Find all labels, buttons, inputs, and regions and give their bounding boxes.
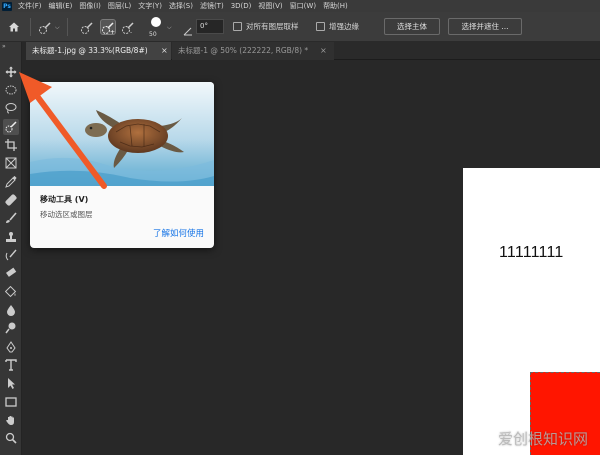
learn-how-link[interactable]: 了解如何使用: [153, 227, 204, 239]
divider: [67, 18, 68, 36]
home-icon[interactable]: [6, 19, 22, 35]
tab-document-2[interactable]: 未标题-1 @ 50% (222222, RGB/8) *: [172, 42, 334, 60]
sea-turtle-illustration: [30, 82, 214, 186]
menu-type[interactable]: 文字(Y): [138, 1, 162, 11]
move-tool-icon[interactable]: [3, 64, 19, 80]
blur-icon[interactable]: [3, 302, 19, 318]
zoom-icon[interactable]: [3, 430, 19, 446]
tab-document-1[interactable]: 未标题-1.jpg @ 33.3%(RGB/8#): [26, 42, 171, 60]
menu-layer[interactable]: 图层(L): [108, 1, 131, 11]
menu-3d[interactable]: 3D(D): [231, 2, 252, 10]
svg-text:+: +: [110, 29, 115, 35]
angle-input[interactable]: 0°: [196, 19, 224, 34]
rectangle-icon[interactable]: [3, 394, 19, 410]
menu-select[interactable]: 选择(S): [169, 1, 193, 11]
history-brush-icon[interactable]: [3, 247, 19, 263]
pen-icon[interactable]: [3, 339, 19, 355]
frame-icon[interactable]: [3, 155, 19, 171]
paint-bucket-icon[interactable]: [3, 284, 19, 300]
tab-label: 未标题-1.jpg @ 33.3%(RGB/8#): [32, 46, 148, 55]
eraser-icon[interactable]: [3, 265, 19, 281]
close-icon[interactable]: ×: [161, 46, 168, 55]
document-tab-bar: 未标题-1.jpg @ 33.3%(RGB/8#) × 未标题-1 @ 50% …: [26, 42, 600, 60]
menu-view[interactable]: 视图(V): [258, 1, 282, 11]
path-selection-icon[interactable]: [3, 375, 19, 391]
sample-all-layers-checkbox[interactable]: [233, 22, 242, 31]
add-to-selection-icon[interactable]: +: [100, 19, 116, 36]
chevron-down-icon[interactable]: ⌵: [167, 24, 172, 32]
new-selection-icon[interactable]: [80, 20, 94, 34]
menu-filter[interactable]: 滤镜(T): [200, 1, 224, 11]
brush-size-icon[interactable]: [151, 17, 161, 27]
menu-edit[interactable]: 编辑(E): [49, 1, 73, 11]
close-icon[interactable]: ×: [320, 46, 327, 55]
menu-help[interactable]: 帮助(H): [323, 1, 348, 11]
crop-icon[interactable]: [3, 137, 19, 153]
angle-icon: [183, 21, 193, 36]
clone-stamp-icon[interactable]: [3, 229, 19, 245]
enhance-edge-label: 增强边缘: [329, 22, 359, 31]
tooltip-title: 移动工具 (V): [40, 195, 89, 204]
dodge-icon[interactable]: [3, 320, 19, 336]
subtract-from-selection-icon[interactable]: -: [121, 20, 135, 36]
sample-all-layers-label: 对所有图层取样: [246, 22, 299, 31]
divider: [30, 18, 31, 36]
menu-file[interactable]: 文件(F): [18, 1, 42, 11]
menu-image[interactable]: 图像(I): [79, 1, 101, 11]
photoshop-logo: Ps: [2, 1, 12, 11]
hand-icon[interactable]: [3, 412, 19, 428]
healing-brush-icon[interactable]: [3, 192, 19, 208]
enhance-edge-checkbox[interactable]: [316, 22, 325, 31]
select-subject-button[interactable]: 选择主体: [384, 18, 440, 35]
collapse-panel-icon[interactable]: »: [2, 43, 6, 50]
menu-bar: Ps 文件(F) 编辑(E) 图像(I) 图层(L) 文字(Y) 选择(S) 滤…: [0, 0, 600, 12]
eyedropper-icon[interactable]: [3, 174, 19, 190]
tools-panel: »: [0, 42, 22, 455]
canvas-text-layer[interactable]: 11111111: [499, 244, 563, 262]
brush-size-value: 50: [149, 31, 157, 38]
chevron-down-icon[interactable]: ⌵: [55, 24, 60, 32]
brush-icon[interactable]: [3, 210, 19, 226]
watermark: 爱创根知识网: [498, 430, 589, 448]
type-icon[interactable]: [3, 357, 19, 373]
tab-label: 未标题-1 @ 50% (222222, RGB/8) *: [178, 46, 309, 55]
tooltip-description: 移动选区或图层: [40, 210, 93, 219]
select-and-mask-button[interactable]: 选择并遮住 ...: [448, 18, 522, 35]
options-bar: ⌵ + - 50 ⌵ 0° 对所有图层取样 增强边缘 选择主体 选择并遮住 ..…: [0, 12, 600, 42]
elliptical-marquee-icon[interactable]: [3, 82, 19, 98]
menu-window[interactable]: 窗口(W): [290, 1, 316, 11]
lasso-icon[interactable]: [3, 100, 19, 116]
quick-selection-preset-icon[interactable]: [38, 20, 52, 34]
svg-text:-: -: [130, 29, 132, 35]
move-tool-tooltip: 移动工具 (V) 移动选区或图层 了解如何使用: [30, 82, 214, 248]
quick-selection-icon[interactable]: [3, 119, 19, 135]
